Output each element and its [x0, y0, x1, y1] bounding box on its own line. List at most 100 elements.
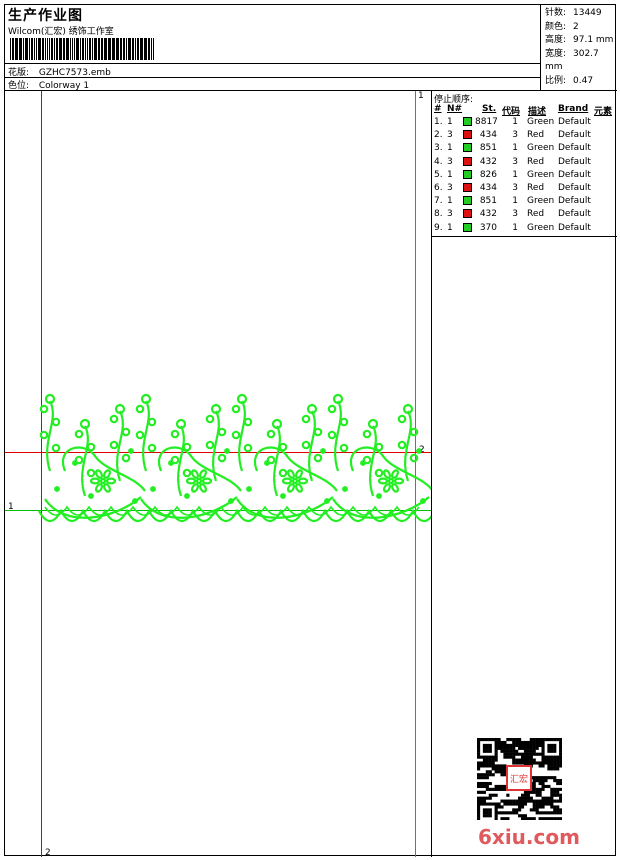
color-description: Red	[527, 156, 545, 167]
thread-brand: Default	[558, 222, 591, 233]
qr-code-image: 汇宏	[477, 738, 562, 820]
colorway-value: Colorway 1	[38, 81, 90, 91]
color-code: 3	[512, 156, 518, 167]
needle-number: 3	[447, 183, 453, 193]
table-row: 5. 1 826 1 Green Default	[432, 169, 617, 183]
color-swatch	[463, 196, 472, 206]
color-swatch	[463, 143, 472, 153]
stitch-count: 434	[479, 130, 497, 141]
row-index: 2.	[434, 130, 443, 141]
stat-width: 宽度: 302.7 mm	[545, 48, 599, 73]
row-index: 7.	[434, 196, 443, 207]
sheet-header: 生产作业图 Wilcom(汇宏) 绣饰工作室 花版: GZHC7573.emb …	[5, 5, 617, 91]
color-description: Green	[527, 143, 555, 154]
colorway-label: 色位:	[8, 81, 30, 91]
needle-number: 1	[447, 222, 453, 233]
guide-label: 2	[45, 848, 51, 857]
needle-number: 3	[447, 209, 453, 220]
col-header: St.	[482, 104, 497, 114]
stat-stitches: 针数: 13449	[545, 8, 602, 18]
color-code: 1	[512, 117, 518, 127]
stat-colors: 颜色: 2	[545, 21, 579, 32]
needle-number: 1	[447, 196, 453, 207]
table-row: 4. 3 432 3 Red Default	[432, 156, 617, 170]
table-row: 6. 3 434 3 Red Default	[432, 183, 617, 196]
thread-brand: Default	[558, 169, 591, 180]
color-description: Green	[527, 169, 555, 180]
colorway-row: 色位: Colorway 1	[8, 78, 89, 91]
color-swatch	[463, 117, 472, 126]
needle-number: 1	[447, 169, 453, 180]
table-row: 9. 1 370 1 Green Default	[432, 222, 617, 236]
thread-brand: Default	[558, 117, 591, 127]
needle-number: 3	[447, 130, 453, 141]
color-swatch	[463, 183, 472, 192]
color-code: 3	[512, 130, 518, 141]
header-info: 生产作业图 Wilcom(汇宏) 绣饰工作室 花版: GZHC7573.emb …	[5, 5, 541, 91]
color-swatch	[463, 169, 472, 179]
color-description: Red	[527, 130, 545, 141]
col-header: Brand	[558, 104, 589, 114]
stat-scale: 比例: 0.47	[545, 75, 594, 86]
color-swatch	[463, 156, 472, 166]
table-row: 2. 3 434 3 Red Default	[432, 130, 617, 143]
col-header: 代码	[502, 107, 521, 117]
watermark-text: 6xiu.com	[478, 825, 580, 849]
row-index: 5.	[434, 169, 443, 180]
table-row: 3. 1 851 1 Green Default	[432, 143, 617, 156]
thread-brand: Default	[558, 130, 591, 141]
table-row: 1. 1 8817 1 Green Default	[432, 117, 617, 130]
row-index: 6.	[434, 183, 443, 193]
col-header: N#	[447, 104, 463, 114]
stitch-count: 851	[479, 196, 497, 207]
row-index: 8.	[434, 209, 443, 220]
color-swatch	[463, 222, 472, 232]
design-stats: 针数: 13449 颜色: 2 高度: 97.1 mm 宽度: 302.7 mm 比例:…	[545, 7, 617, 88]
thread-brand: Default	[558, 183, 591, 193]
row-index: 9.	[434, 222, 443, 233]
stitch-count: 370	[479, 222, 497, 233]
row-index: 1.	[434, 117, 443, 127]
divider	[5, 63, 541, 64]
col-header: 描述	[528, 107, 547, 117]
color-description: Green	[527, 222, 555, 233]
stat-height: 高度: 97.1 mm	[545, 35, 614, 45]
needle-number: 1	[447, 117, 453, 127]
needle-number: 1	[447, 143, 453, 154]
production-sheet: 生产作业图 Wilcom(汇宏) 绣饰工作室 花版: GZHC7573.emb …	[4, 4, 617, 857]
col-header: 元素	[594, 107, 613, 117]
color-swatch	[463, 209, 472, 219]
stop-sequence-table: 停止顺序: # N# St. 代码 描述 Brand 元素 1. 1 8817 1 Gr…	[432, 91, 617, 237]
table-row: 8. 3 432 3 Red Default	[432, 209, 617, 222]
color-description: Red	[527, 209, 545, 220]
barcode-image	[10, 38, 154, 60]
studio-name: Wilcom(汇宏) 绣饰工作室	[8, 27, 114, 37]
color-swatch	[463, 130, 472, 140]
color-code: 1	[512, 196, 518, 207]
svg-text:汇宏: 汇宏	[510, 773, 528, 785]
row-index: 3.	[434, 143, 443, 154]
thread-brand: Default	[558, 209, 591, 220]
table-header: # N# St. 代码 描述 Brand 元素	[432, 104, 617, 117]
stitch-count: 432	[479, 209, 497, 220]
needle-number: 3	[447, 156, 453, 167]
color-code: 1	[512, 143, 518, 154]
color-description: Green	[527, 117, 555, 127]
stitch-count: 851	[479, 143, 497, 154]
stitch-count: 826	[479, 169, 497, 180]
color-code: 1	[512, 222, 518, 233]
row-index: 4.	[434, 156, 443, 167]
color-code: 3	[512, 209, 518, 220]
thread-brand: Default	[558, 156, 591, 167]
color-code: 1	[512, 169, 518, 180]
guide-label: 1	[418, 91, 424, 101]
thread-brand: Default	[558, 143, 591, 154]
color-code: 3	[512, 183, 518, 193]
stitch-count: 432	[479, 156, 497, 167]
design-canvas[interactable]: 1 2 1 2	[5, 91, 432, 857]
thread-brand: Default	[558, 196, 591, 207]
color-description: Red	[527, 183, 545, 193]
table-row: 7. 1 851 1 Green Default	[432, 196, 617, 209]
color-description: Green	[527, 196, 555, 207]
col-header: #	[434, 104, 442, 114]
